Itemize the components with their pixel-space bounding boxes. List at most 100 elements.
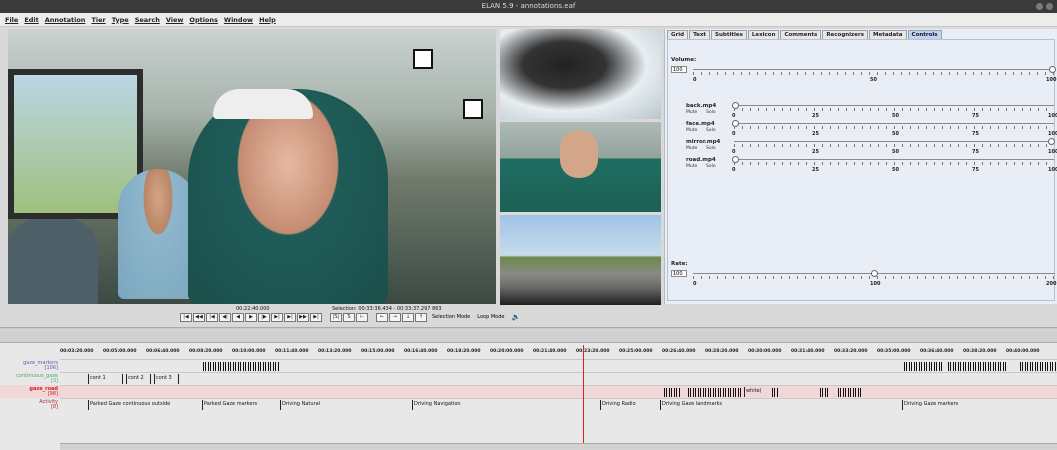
menu-tier[interactable]: Tier (91, 16, 105, 24)
annotation[interactable]: cont 1 (88, 374, 123, 384)
menu-help[interactable]: Help (259, 16, 276, 24)
prev-annotation-button[interactable]: ← (376, 313, 388, 322)
annotation-cluster[interactable] (688, 388, 742, 397)
step-back-button[interactable]: ◀ (232, 313, 244, 322)
ruler-label: 00:35:00.000 (877, 349, 911, 354)
menu-annotation[interactable]: Annotation (45, 16, 86, 24)
passenger-left (8, 219, 98, 304)
annotation[interactable]: Parked Gaze continuous outside (88, 400, 170, 410)
tab-text[interactable]: Text (689, 30, 710, 39)
tab-controls[interactable]: Controls (907, 30, 942, 39)
tier-body[interactable]: cont 1 cont 2 cont 3 (60, 372, 1057, 385)
tab-metadata[interactable]: Metadata (868, 30, 907, 39)
tier-up-button[interactable]: ↑ (415, 313, 427, 322)
annotation-cluster[interactable] (772, 388, 778, 397)
mute-checkbox[interactable]: Mute (686, 128, 697, 133)
annotation[interactable]: cont 3 (154, 374, 179, 384)
next-annotation-button[interactable]: → (389, 313, 401, 322)
media-slider[interactable] (734, 105, 1054, 106)
annotation-cluster[interactable] (820, 388, 830, 397)
menu-edit[interactable]: Edit (24, 16, 38, 24)
tier-body[interactable]: white( (60, 385, 1057, 398)
tab-recognizers[interactable]: Recognizers (822, 30, 868, 39)
tier-count: [3] (50, 378, 58, 384)
horizontal-scrollbar[interactable] (60, 443, 1057, 450)
solo-radio[interactable]: Solo (706, 110, 716, 115)
solo-radio[interactable]: Solo (706, 128, 716, 133)
annotation-cluster[interactable] (203, 362, 279, 371)
media-slider[interactable] (734, 123, 1054, 124)
splitter[interactable] (0, 327, 1057, 330)
tab-subtitles[interactable]: Subtitles (711, 30, 747, 39)
rate-input[interactable]: 100 (671, 270, 687, 277)
menu-window[interactable]: Window (224, 16, 253, 24)
ruler-label: 00:21:40.000 (533, 349, 567, 354)
mute-checkbox[interactable]: Mute (686, 146, 697, 151)
play-selection-button[interactable]: |S| (330, 313, 342, 322)
overview-strip[interactable] (0, 331, 1057, 343)
annotation[interactable]: Driving Navigation (412, 400, 461, 410)
previous-frame-button[interactable]: ◀| (219, 313, 231, 322)
side-panel: Grid Text Subtitles Lexicon Comments Rec… (664, 29, 1057, 304)
annotation-cluster[interactable] (664, 388, 680, 397)
annotation-cluster[interactable] (904, 362, 944, 371)
annotation[interactable]: Parked Gaze markers (202, 400, 257, 410)
media-ticks (734, 126, 1054, 129)
close-icon[interactable] (1046, 3, 1053, 10)
volume-input[interactable]: 100 (671, 66, 687, 73)
solo-radio[interactable]: Solo (706, 164, 716, 169)
annotation-cluster[interactable] (948, 362, 1008, 371)
previous-scroll-button[interactable]: ◀◀ (193, 313, 205, 322)
previous-second-button[interactable]: |◀ (206, 313, 218, 322)
ruler-label: 00:33:20.000 (834, 349, 868, 354)
menu-file[interactable]: File (5, 16, 18, 24)
menu-type[interactable]: Type (112, 16, 129, 24)
tab-lexicon[interactable]: Lexicon (747, 30, 780, 39)
tab-grid[interactable]: Grid (667, 30, 689, 39)
media-slider[interactable] (734, 159, 1054, 160)
selection-boundary-button[interactable]: ⊢ (356, 313, 368, 322)
video-back[interactable] (8, 29, 496, 304)
tier-row: gaze_road [98] white( (0, 385, 1057, 398)
menu-view[interactable]: View (166, 16, 184, 24)
tick-label: 100 (870, 281, 881, 287)
time-ruler[interactable]: 00:03:20.000 00:05:00.000 00:06:40.000 0… (60, 349, 1057, 359)
clear-selection-button[interactable]: S (343, 313, 355, 322)
solo-radio[interactable]: Solo (706, 146, 716, 151)
selection-mode-checkbox[interactable]: Selection Mode (432, 313, 470, 322)
step-forward-button[interactable]: |▶ (258, 313, 270, 322)
volume-icon[interactable]: 🔈 (511, 313, 520, 322)
next-frame-button[interactable]: ▶| (271, 313, 283, 322)
tier-body[interactable] (60, 359, 1057, 372)
play-button[interactable]: ▶ (245, 313, 257, 322)
menu-search[interactable]: Search (135, 16, 160, 24)
tab-comments[interactable]: Comments (780, 30, 822, 39)
annotation-cluster[interactable] (1020, 362, 1057, 371)
volume-slider[interactable] (693, 69, 1055, 70)
tick-label: 25 (812, 167, 819, 173)
media-ticks (734, 162, 1054, 165)
annotation[interactable]: Driving Gaze markers (902, 400, 958, 410)
video-road[interactable] (500, 215, 661, 305)
media-slider[interactable] (734, 141, 1054, 142)
menu-options[interactable]: Options (189, 16, 217, 24)
mute-checkbox[interactable]: Mute (686, 110, 697, 115)
next-second-button[interactable]: ▶| (284, 313, 296, 322)
mute-checkbox[interactable]: Mute (686, 164, 697, 169)
video-face[interactable] (500, 29, 661, 119)
go-to-end-button[interactable]: ▶| (310, 313, 322, 322)
annotation[interactable]: cont 2 (126, 374, 151, 384)
media-name: back.mp4 (686, 103, 717, 109)
loop-mode-checkbox[interactable]: Loop Mode (477, 313, 504, 322)
annotation[interactable]: Driving Radio (600, 400, 636, 410)
annotation-cluster[interactable] (838, 388, 862, 397)
annotation[interactable]: Driving Natural (280, 400, 320, 410)
next-scroll-button[interactable]: ▶▶ (297, 313, 309, 322)
annotation[interactable]: Driving Gaze landmarks (660, 400, 722, 410)
tier-body[interactable]: Parked Gaze continuous outside Parked Ga… (60, 398, 1057, 411)
video-mirror[interactable] (500, 122, 661, 212)
annotation[interactable]: white( (744, 387, 772, 397)
minimize-icon[interactable] (1036, 3, 1043, 10)
tier-down-button[interactable]: ↓ (402, 313, 414, 322)
go-to-begin-button[interactable]: |◀ (180, 313, 192, 322)
